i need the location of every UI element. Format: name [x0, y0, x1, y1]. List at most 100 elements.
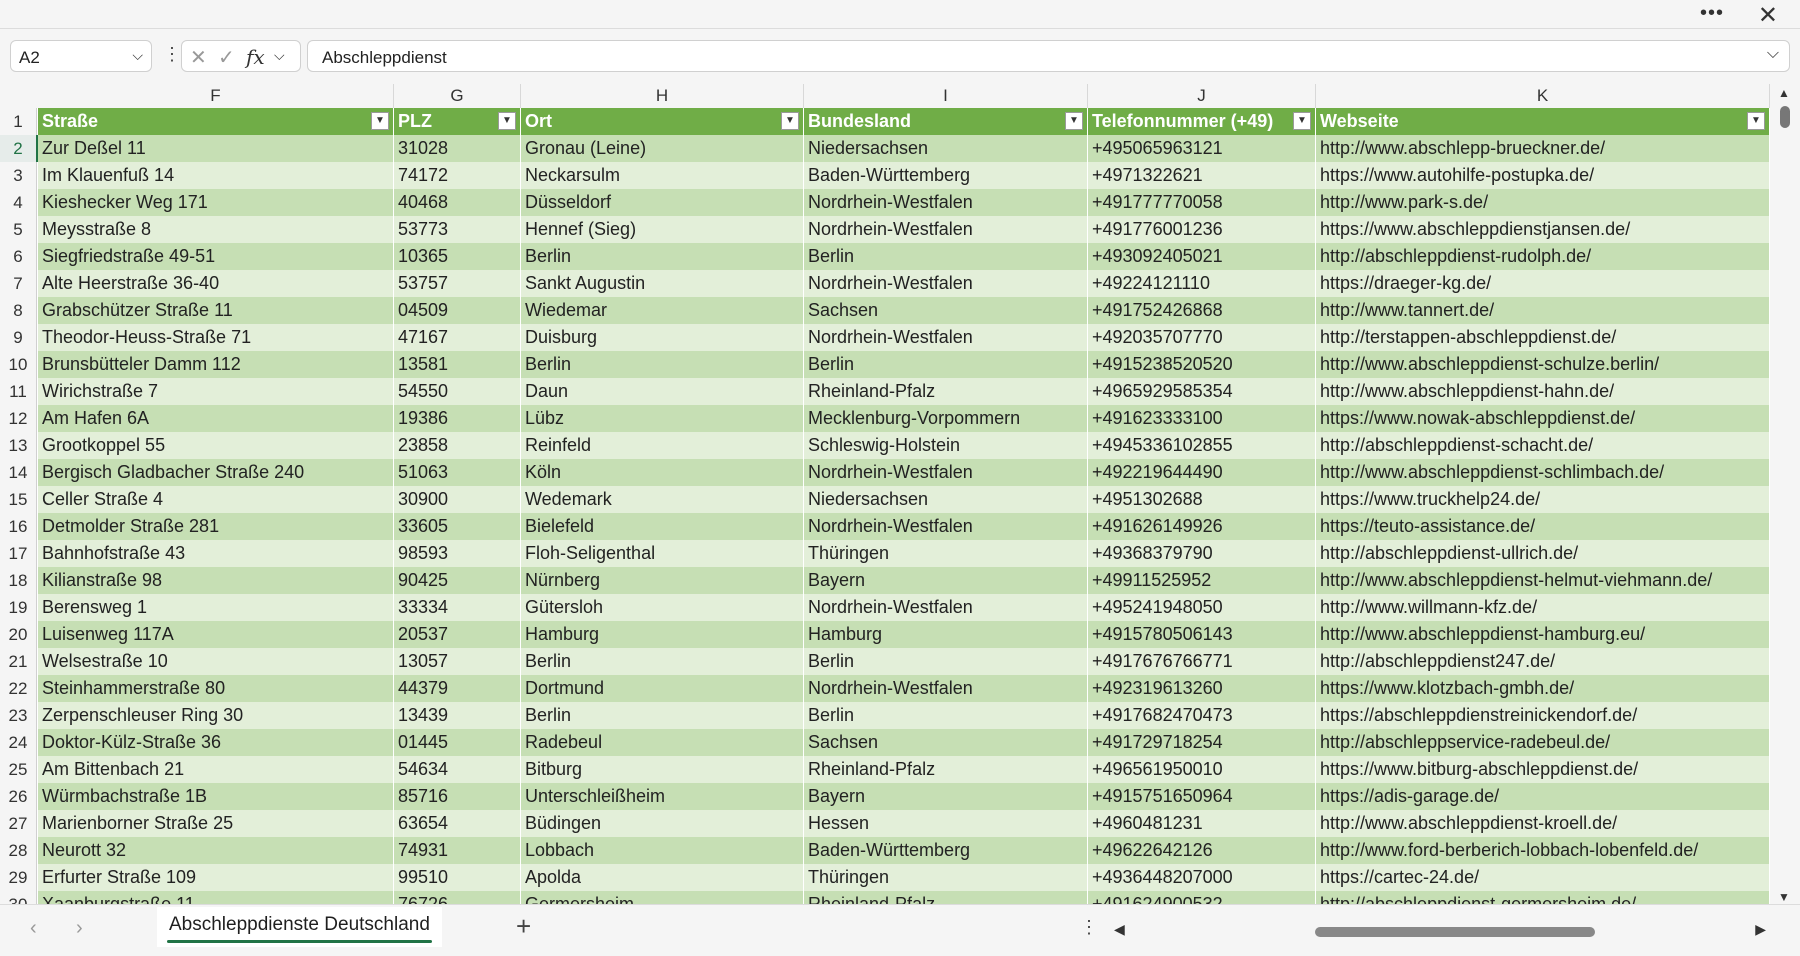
table-cell[interactable]: Hessen [804, 810, 1088, 837]
header-cell[interactable]: Webseite ▼ [1316, 108, 1770, 135]
table-cell[interactable]: 13581 [394, 351, 521, 378]
table-cell[interactable]: +4917676766771 [1088, 648, 1316, 675]
table-cell[interactable]: Baden-Württemberg [804, 837, 1088, 864]
cancel-icon[interactable]: ✕ [190, 45, 207, 70]
row-number[interactable]: 14 [0, 459, 37, 486]
table-cell[interactable]: Kieshecker Weg 171 [38, 189, 394, 216]
scroll-right-icon[interactable]: ▶ [1755, 921, 1766, 938]
table-cell[interactable]: Düsseldorf [521, 189, 804, 216]
table-cell[interactable]: https://teuto-assistance.de/ [1316, 513, 1770, 540]
table-cell[interactable]: +491624900532 [1088, 891, 1316, 904]
table-cell[interactable]: +493092405021 [1088, 243, 1316, 270]
row-number[interactable]: 23 [0, 702, 37, 729]
table-cell[interactable]: Meysstraße 8 [38, 216, 394, 243]
scroll-left-icon[interactable]: ◀ [1114, 921, 1125, 938]
table-cell[interactable]: 40468 [394, 189, 521, 216]
table-cell[interactable]: 53773 [394, 216, 521, 243]
formula-input[interactable]: Abschleppdienst ⌵ [307, 40, 1790, 72]
column-header-k[interactable]: K [1316, 84, 1770, 108]
table-cell[interactable]: Büdingen [521, 810, 804, 837]
table-cell[interactable]: +491729718254 [1088, 729, 1316, 756]
table-cell[interactable]: Daun [521, 378, 804, 405]
table-cell[interactable]: +49911525952 [1088, 567, 1316, 594]
table-cell[interactable]: 54550 [394, 378, 521, 405]
table-cell[interactable]: Niedersachsen [804, 486, 1088, 513]
table-cell[interactable]: Erfurter Straße 109 [38, 864, 394, 891]
table-cell[interactable]: http://www.abschleppdienst-kroell.de/ [1316, 810, 1770, 837]
table-cell[interactable]: https://www.abschleppdienstjansen.de/ [1316, 216, 1770, 243]
table-cell[interactable]: http://www.ford-berberich-lobbach-lobenf… [1316, 837, 1770, 864]
table-cell[interactable]: Sachsen [804, 297, 1088, 324]
row-number[interactable]: 26 [0, 783, 37, 810]
table-cell[interactable]: http://www.abschleppdienst-helmut-viehma… [1316, 567, 1770, 594]
close-icon[interactable]: ✕ [1758, 1, 1778, 30]
sheet-tab-abschleppdienste[interactable]: Abschleppdienste Deutschland [157, 907, 442, 947]
table-cell[interactable]: Nordrhein-Westfalen [804, 459, 1088, 486]
table-cell[interactable]: https://www.nowak-abschleppdienst.de/ [1316, 405, 1770, 432]
column-header-h[interactable]: H [521, 84, 804, 108]
row-number[interactable]: 18 [0, 567, 37, 594]
table-cell[interactable]: +4951302688 [1088, 486, 1316, 513]
table-cell[interactable]: http://www.abschleppdienst-hahn.de/ [1316, 378, 1770, 405]
table-cell[interactable]: https://www.bitburg-abschleppdienst.de/ [1316, 756, 1770, 783]
row-number[interactable]: 2 [0, 135, 38, 162]
table-cell[interactable]: Nordrhein-Westfalen [804, 216, 1088, 243]
table-cell[interactable]: Würmbachstraße 1B [38, 783, 394, 810]
table-cell[interactable]: Rheinland-Pfalz [804, 891, 1088, 904]
header-cell[interactable]: PLZ ▼ [394, 108, 521, 135]
table-cell[interactable]: Berensweg 1 [38, 594, 394, 621]
table-cell[interactable]: Berlin [804, 648, 1088, 675]
table-cell[interactable]: 85716 [394, 783, 521, 810]
table-cell[interactable]: Zur Deßel 11 [38, 135, 394, 162]
table-cell[interactable]: Unterschleißheim [521, 783, 804, 810]
row-number[interactable]: 12 [0, 405, 37, 432]
vertical-scrollbar[interactable]: ▲ ▼ [1770, 84, 1800, 904]
table-cell[interactable]: http://abschleppdienst-ullrich.de/ [1316, 540, 1770, 567]
table-cell[interactable]: +49224121110 [1088, 270, 1316, 297]
table-cell[interactable]: Nürnberg [521, 567, 804, 594]
column-header-f[interactable]: F [38, 84, 394, 108]
insert-function-icon[interactable]: fx [246, 45, 265, 69]
table-cell[interactable]: Welsestraße 10 [38, 648, 394, 675]
table-cell[interactable]: https://www.truckhelp24.de/ [1316, 486, 1770, 513]
table-cell[interactable]: Luisenweg 117A [38, 621, 394, 648]
table-cell[interactable]: Berlin [804, 351, 1088, 378]
table-cell[interactable]: 47167 [394, 324, 521, 351]
table-cell[interactable]: +496561950010 [1088, 756, 1316, 783]
row-number[interactable]: 24 [0, 729, 37, 756]
table-cell[interactable]: 54634 [394, 756, 521, 783]
table-cell[interactable]: Bielefeld [521, 513, 804, 540]
table-cell[interactable]: +492219644490 [1088, 459, 1316, 486]
vertical-scroll-thumb[interactable] [1780, 106, 1790, 128]
table-cell[interactable]: Lübz [521, 405, 804, 432]
row-number[interactable]: 11 [0, 378, 37, 405]
table-cell[interactable]: Radebeul [521, 729, 804, 756]
table-cell[interactable]: Bayern [804, 783, 1088, 810]
table-cell[interactable]: 53757 [394, 270, 521, 297]
row-number[interactable]: 6 [0, 243, 37, 270]
table-cell[interactable]: 74931 [394, 837, 521, 864]
table-cell[interactable]: +4915238520520 [1088, 351, 1316, 378]
table-cell[interactable]: http://abschleppdienst-germersheim.de/ [1316, 891, 1770, 904]
select-all-corner[interactable] [0, 84, 38, 108]
spreadsheet-grid[interactable]: F G H I J K 1 Straße ▼ PLZ ▼ Ort ▼ Bundesland ▼ Telefon… [0, 84, 1770, 904]
row-number[interactable]: 20 [0, 621, 37, 648]
table-cell[interactable]: +492035707770 [1088, 324, 1316, 351]
table-cell[interactable]: Nordrhein-Westfalen [804, 675, 1088, 702]
table-cell[interactable]: Berlin [521, 648, 804, 675]
table-cell[interactable]: Alte Heerstraße 36-40 [38, 270, 394, 297]
table-cell[interactable]: +491776001236 [1088, 216, 1316, 243]
table-cell[interactable]: Grabschützer Straße 11 [38, 297, 394, 324]
table-cell[interactable]: 63654 [394, 810, 521, 837]
table-cell[interactable]: +4965929585354 [1088, 378, 1316, 405]
table-cell[interactable]: Germersheim [521, 891, 804, 904]
table-cell[interactable]: +495065963121 [1088, 135, 1316, 162]
formula-options-icon[interactable]: ⋮ [163, 44, 181, 65]
table-cell[interactable]: Nordrhein-Westfalen [804, 324, 1088, 351]
table-cell[interactable]: Xaanburgstraße 11 [38, 891, 394, 904]
table-cell[interactable]: Bayern [804, 567, 1088, 594]
table-cell[interactable]: Am Hafen 6A [38, 405, 394, 432]
table-cell[interactable]: Bergisch Gladbacher Straße 240 [38, 459, 394, 486]
table-cell[interactable]: Sachsen [804, 729, 1088, 756]
table-cell[interactable]: Thüringen [804, 864, 1088, 891]
